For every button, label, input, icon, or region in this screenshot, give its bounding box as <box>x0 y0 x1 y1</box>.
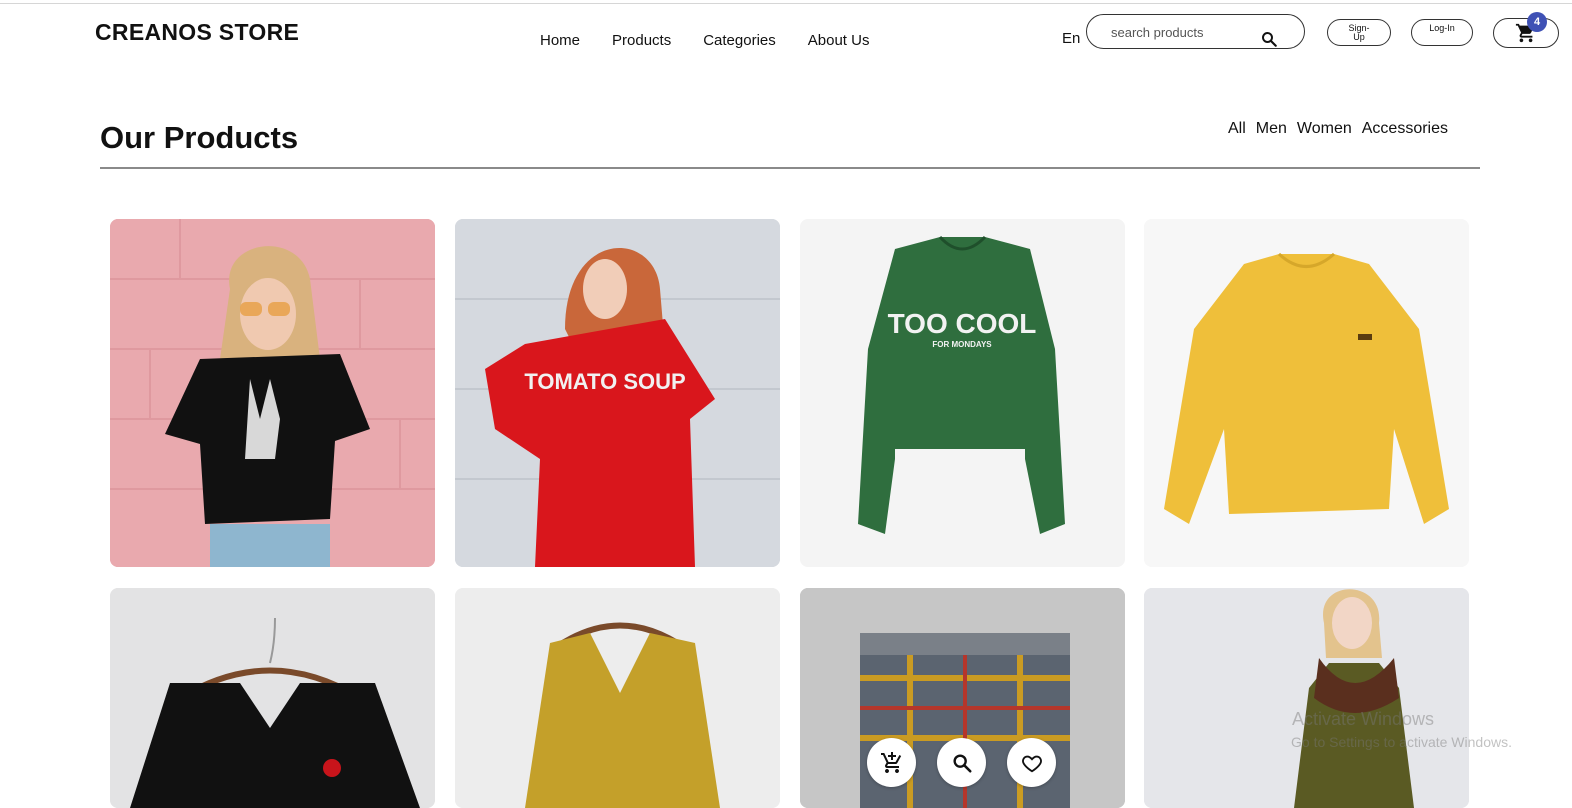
signup-label: Sign-Up <box>1348 23 1370 42</box>
nav-products[interactable]: Products <box>612 32 671 49</box>
search-icon <box>952 753 972 773</box>
too-cool-sweatshirt-photo: TOO COOL FOR MONDAYS <box>800 219 1125 567</box>
add-to-cart-button[interactable] <box>867 738 916 787</box>
filter-accessories[interactable]: Accessories <box>1362 120 1448 138</box>
product-card[interactable]: TOO COOL FOR MONDAYS <box>800 219 1125 567</box>
quick-view-button[interactable] <box>937 738 986 787</box>
mustard-v-neck-sweater-photo <box>455 588 780 808</box>
signup-button[interactable]: Sign-Up <box>1327 19 1391 46</box>
sweatshirt-print: TOMATO SOUP <box>524 369 685 394</box>
windows-watermark-subtitle: Go to Settings to activate Windows. <box>1291 734 1512 750</box>
brand-logo[interactable]: CREANOS STORE <box>95 19 299 46</box>
filter-men[interactable]: Men <box>1256 120 1287 138</box>
category-filters: All Men Women Accessories <box>1228 120 1458 138</box>
cart-count-badge: 4 <box>1527 12 1547 32</box>
login-label: Log-In <box>1429 23 1455 33</box>
section-divider <box>100 167 1480 169</box>
heart-icon <box>1021 755 1042 772</box>
product-card[interactable] <box>1144 219 1469 567</box>
search-icon[interactable] <box>1260 30 1278 48</box>
nav-home[interactable]: Home <box>540 32 580 49</box>
add-to-cart-icon <box>880 751 901 773</box>
nav-categories[interactable]: Categories <box>703 32 776 49</box>
product-card[interactable] <box>110 219 435 567</box>
product-card[interactable] <box>455 588 780 808</box>
skeleton-hand-tee-photo <box>110 219 435 567</box>
nav-about-us[interactable]: About Us <box>808 32 870 49</box>
login-button[interactable]: Log-In <box>1411 19 1473 46</box>
product-card[interactable] <box>1144 588 1469 808</box>
filter-all[interactable]: All <box>1228 120 1246 138</box>
yellow-knit-sweater-photo <box>1144 219 1469 567</box>
top-border <box>0 3 1572 4</box>
product-actions <box>867 738 1077 787</box>
sweatshirt-print-main: TOO COOL <box>888 308 1037 339</box>
olive-fur-collar-coat-photo <box>1144 588 1469 808</box>
product-card[interactable]: TOMATO SOUP <box>455 219 780 567</box>
main-nav: Home Products Categories About Us <box>540 32 901 49</box>
wishlist-button[interactable] <box>1007 738 1056 787</box>
tomato-soup-sweatshirt-photo: TOMATO SOUP <box>455 219 780 567</box>
search-input[interactable] <box>1111 23 1261 41</box>
sweatshirt-print-sub: FOR MONDAYS <box>932 340 992 349</box>
windows-watermark-title: Activate Windows <box>1292 709 1435 729</box>
section-title: Our Products <box>100 120 299 155</box>
product-card[interactable] <box>110 588 435 808</box>
search-box <box>1086 14 1305 49</box>
filter-women[interactable]: Women <box>1297 120 1352 138</box>
black-rose-top-photo <box>110 588 435 808</box>
language-selector[interactable]: En <box>1062 30 1080 47</box>
cart-button[interactable] <box>1493 18 1559 48</box>
